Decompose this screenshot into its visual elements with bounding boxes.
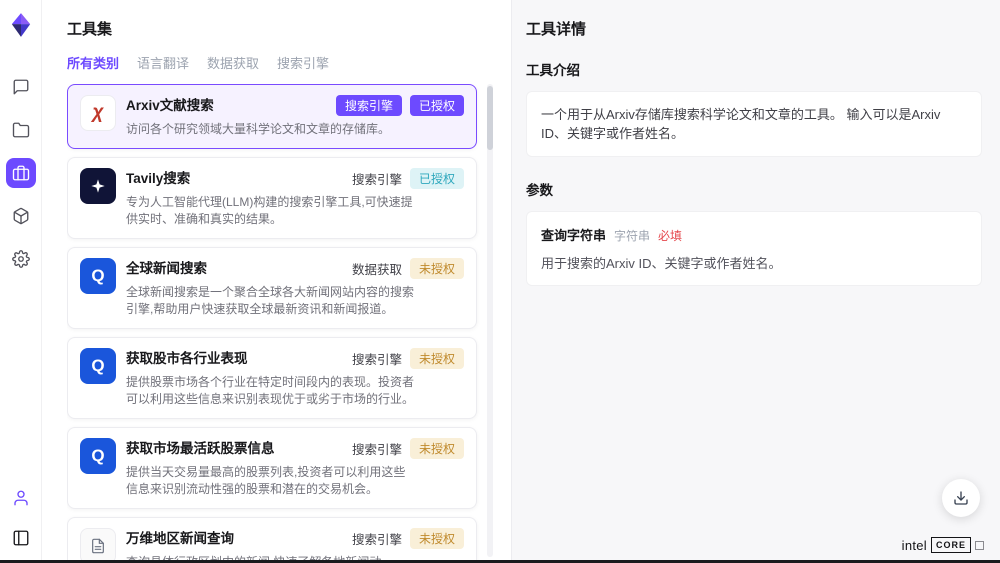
auth-status-badge: 已授权 bbox=[410, 168, 464, 189]
app-logo bbox=[10, 12, 32, 38]
toolbox-icon[interactable] bbox=[6, 158, 36, 188]
icon-rail bbox=[0, 0, 42, 563]
detail-title: 工具详情 bbox=[526, 18, 982, 39]
panel-toggle-icon[interactable] bbox=[6, 523, 36, 553]
category-label: 数据获取 bbox=[352, 259, 402, 278]
folder-icon[interactable] bbox=[6, 115, 36, 145]
auth-status-badge: 已授权 bbox=[410, 95, 464, 116]
global-news-icon: Q bbox=[80, 258, 116, 294]
tool-card-arxiv[interactable]: χ Arxiv文献搜索 搜索引擎 已授权 访问各个研究领域大量科学论文和文章的存… bbox=[67, 84, 477, 149]
scrollbar-track bbox=[487, 84, 493, 557]
category-label: 搜索引擎 bbox=[352, 439, 402, 458]
active-stocks-icon: Q bbox=[80, 438, 116, 474]
tool-detail-panel: 工具详情 工具介绍 一个用于从Arxiv存储库搜索科学论文和文章的工具。 输入可… bbox=[512, 0, 1000, 563]
core-wordmark: CORE bbox=[931, 537, 971, 553]
params-section-title: 参数 bbox=[526, 179, 982, 199]
auth-status-badge: 未授权 bbox=[410, 258, 464, 279]
category-badge: 搜索引擎 bbox=[336, 95, 402, 116]
tab-data-fetch[interactable]: 数据获取 bbox=[207, 53, 259, 72]
settings-icon[interactable] bbox=[6, 244, 36, 274]
tab-all-categories[interactable]: 所有类别 bbox=[67, 53, 119, 72]
intel-core-logo: intel CORE bbox=[902, 537, 984, 553]
category-label: 搜索引擎 bbox=[352, 349, 402, 368]
auth-status-badge: 未授权 bbox=[410, 348, 464, 369]
category-label: 搜索引擎 bbox=[352, 169, 402, 188]
category-label: 搜索引擎 bbox=[352, 529, 402, 548]
tool-card-list: χ Arxiv文献搜索 搜索引擎 已授权 访问各个研究领域大量科学论文和文章的存… bbox=[67, 84, 493, 563]
arxiv-icon: χ bbox=[80, 95, 116, 131]
tab-search-engine[interactable]: 搜索引擎 bbox=[277, 53, 329, 72]
tool-card-global-news[interactable]: Q 全球新闻搜索 数据获取 未授权 全球新闻搜索是一个聚合全球各大新闻网站内容的… bbox=[67, 247, 477, 329]
intro-section-title: 工具介绍 bbox=[526, 59, 982, 79]
param-description: 用于搜索的Arxiv ID、关键字或作者姓名。 bbox=[541, 253, 967, 272]
package-icon[interactable] bbox=[6, 201, 36, 231]
tool-description: 访问各个研究领域大量科学论文和文章的存储库。 bbox=[126, 121, 414, 138]
regional-news-icon bbox=[80, 528, 116, 563]
tool-name: 全球新闻搜索 bbox=[126, 259, 207, 279]
tool-name: 获取股市各行业表现 bbox=[126, 349, 248, 369]
tool-card-tavily[interactable]: Tavily搜索 搜索引擎 已授权 专为人工智能代理(LLM)构建的搜索引擎工具… bbox=[67, 157, 477, 239]
tavily-icon bbox=[80, 168, 116, 204]
param-name: 查询字符串 bbox=[541, 225, 606, 244]
category-tabs: 所有类别 语言翻译 数据获取 搜索引擎 bbox=[67, 53, 493, 72]
param-card: 查询字符串 字符串 必填 用于搜索的Arxiv ID、关键字或作者姓名。 bbox=[526, 211, 982, 286]
param-type: 字符串 bbox=[614, 227, 650, 244]
intel-wordmark: intel bbox=[902, 538, 927, 553]
tab-language-translation[interactable]: 语言翻译 bbox=[137, 53, 189, 72]
auth-status-badge: 未授权 bbox=[410, 438, 464, 459]
tool-description: 提供股票市场各个行业在特定时间段内的表现。投资者可以利用这些信息来识别表现优于或… bbox=[126, 374, 414, 408]
param-required-flag: 必填 bbox=[658, 227, 682, 244]
tool-description: 提供当天交易量最高的股票列表,投资者可以利用这些信息来识别流动性强的股票和潜在的… bbox=[126, 464, 414, 498]
user-icon[interactable] bbox=[6, 483, 36, 513]
tool-card-active-stocks[interactable]: Q 获取市场最活跃股票信息 搜索引擎 未授权 提供当天交易量最高的股票列表,投资… bbox=[67, 427, 477, 509]
intro-card: 一个用于从Arxiv存储库搜索科学论文和文章的工具。 输入可以是Arxiv ID… bbox=[526, 91, 982, 157]
tool-name: 万维地区新闻查询 bbox=[126, 529, 234, 549]
tool-list-panel: 工具集 所有类别 语言翻译 数据获取 搜索引擎 χ Arxiv文献搜索 搜索引擎… bbox=[42, 0, 512, 563]
intro-text: 一个用于从Arxiv存储库搜索科学论文和文章的工具。 输入可以是Arxiv ID… bbox=[541, 105, 967, 143]
stock-sector-icon: Q bbox=[80, 348, 116, 384]
scrollbar-thumb[interactable] bbox=[487, 86, 493, 150]
page-title: 工具集 bbox=[67, 18, 493, 39]
download-button[interactable] bbox=[942, 479, 980, 517]
tool-name: 获取市场最活跃股票信息 bbox=[126, 439, 275, 459]
tool-card-stock-sector[interactable]: Q 获取股市各行业表现 搜索引擎 未授权 提供股票市场各个行业在特定时间段内的表… bbox=[67, 337, 477, 419]
auth-status-badge: 未授权 bbox=[410, 528, 464, 549]
tool-card-regional-news[interactable]: 万维地区新闻查询 搜索引擎 未授权 查询具体行政区划内的新闻,快速了解各地新闻动 bbox=[67, 517, 477, 563]
chat-icon[interactable] bbox=[6, 72, 36, 102]
tool-description: 专为人工智能代理(LLM)构建的搜索引擎工具,可快速提供实时、准确和真实的结果。 bbox=[126, 194, 414, 228]
download-icon bbox=[953, 490, 969, 506]
tool-name: Tavily搜索 bbox=[126, 169, 190, 189]
tool-description: 全球新闻搜索是一个聚合全球各大新闻网站内容的搜索引擎,帮助用户快速获取全球最新资… bbox=[126, 284, 414, 318]
tool-name: Arxiv文献搜索 bbox=[126, 96, 214, 116]
core-tier-mark bbox=[975, 541, 984, 550]
